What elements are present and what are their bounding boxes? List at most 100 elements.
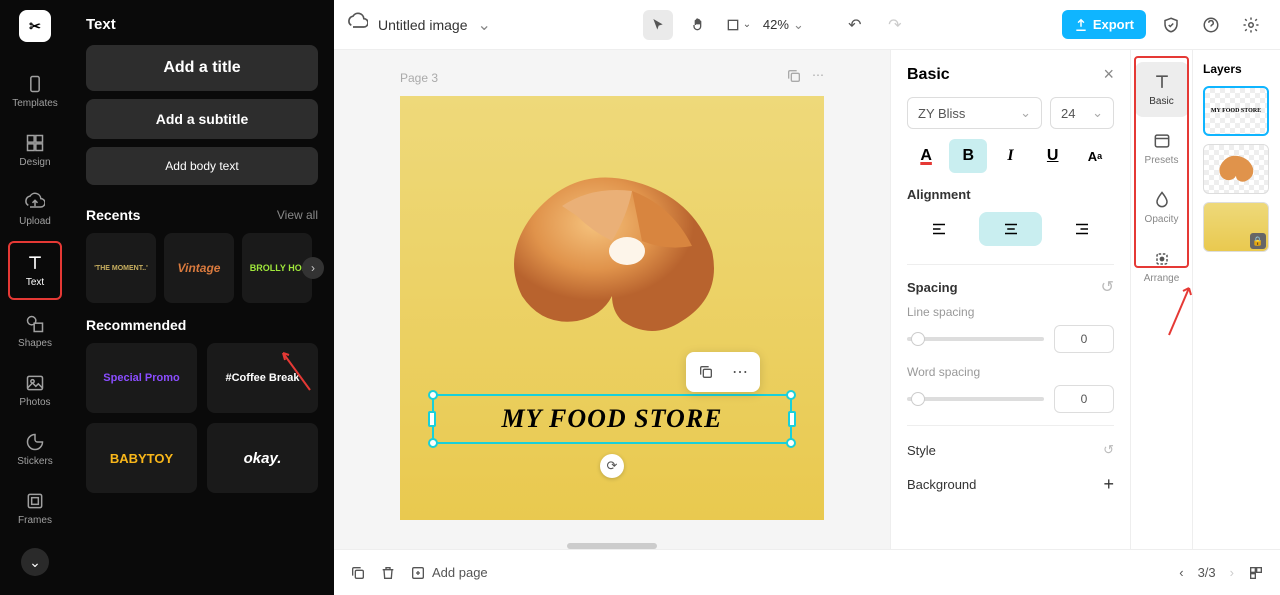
pointer-tool[interactable] xyxy=(643,10,673,40)
title-dropdown[interactable]: ⌄ xyxy=(478,15,491,35)
align-center-button[interactable] xyxy=(979,212,1043,246)
page-grid-button[interactable] xyxy=(1248,565,1264,581)
text-content[interactable]: MY FOOD STORE xyxy=(501,404,722,434)
close-panel-icon[interactable]: × xyxy=(1103,64,1114,85)
rotate-handle[interactable]: ⟳ xyxy=(600,454,624,478)
tab-opacity[interactable]: Opacity xyxy=(1135,180,1189,235)
resize-handle[interactable] xyxy=(786,438,796,448)
text-icon xyxy=(1152,72,1172,92)
undo-button[interactable]: ↶ xyxy=(840,10,870,40)
canvas-page[interactable]: ⋯ MY FOOD STORE ⟳ xyxy=(400,96,824,520)
line-spacing-value[interactable]: 0 xyxy=(1054,325,1114,353)
delete-page-button[interactable] xyxy=(380,565,396,581)
page-more-icon[interactable]: ⋯ xyxy=(812,68,824,87)
font-color-button[interactable]: A xyxy=(907,139,945,173)
sidebar-item-stickers[interactable]: Stickers xyxy=(8,422,62,477)
selected-text-element[interactable]: ⋯ MY FOOD STORE ⟳ xyxy=(432,394,792,444)
layers-heading: Layers xyxy=(1203,62,1270,76)
settings-icon[interactable] xyxy=(1236,10,1266,40)
tab-presets[interactable]: Presets xyxy=(1135,121,1189,176)
resize-handle[interactable] xyxy=(786,390,796,400)
arrange-icon xyxy=(1152,249,1172,269)
more-icon[interactable]: ⋯ xyxy=(726,358,754,386)
recommended-preset[interactable]: okay. xyxy=(207,423,318,493)
layer-thumbnail-text[interactable]: MY FOOD STORE xyxy=(1203,86,1269,136)
align-left-button[interactable] xyxy=(907,212,971,246)
recent-preset[interactable]: 'THE MOMENT..' xyxy=(86,233,156,303)
reset-style-icon[interactable]: ↺ xyxy=(1103,442,1114,458)
layer-thumbnail-image[interactable] xyxy=(1203,144,1269,194)
export-button[interactable]: Export xyxy=(1062,10,1146,39)
recent-preset[interactable]: Vintage xyxy=(164,233,234,303)
reset-spacing-icon[interactable]: ↺ xyxy=(1101,277,1114,297)
panel-heading: Basic xyxy=(907,66,950,84)
sidebar-item-frames[interactable]: Frames xyxy=(8,481,62,536)
layer-thumbnail-background[interactable]: 🔒 xyxy=(1203,202,1269,252)
workspace: Untitled image ⌄ ⌄ 42% ⌄ ↶ ↷ Export Page… xyxy=(334,0,1280,595)
line-spacing-slider[interactable] xyxy=(907,337,1044,341)
layers-panel: Layers MY FOOD STORE 🔒 xyxy=(1192,50,1280,549)
horizontal-scrollbar[interactable] xyxy=(567,543,657,549)
next-page-button[interactable]: › xyxy=(1230,565,1234,580)
duplicate-page-icon[interactable] xyxy=(786,68,802,87)
duplicate-icon[interactable] xyxy=(692,358,720,386)
basic-properties-panel: Basic × ZY Bliss⌄ 24⌄ A B I U Aa Alignme… xyxy=(890,50,1130,549)
recommended-preset[interactable]: #Coffee Break xyxy=(207,343,318,413)
add-body-button[interactable]: Add body text xyxy=(86,147,318,185)
italic-button[interactable]: I xyxy=(991,139,1029,173)
duplicate-page-button[interactable] xyxy=(350,565,366,581)
underline-button[interactable]: U xyxy=(1034,139,1072,173)
font-select[interactable]: ZY Bliss⌄ xyxy=(907,97,1042,129)
sidebar-more[interactable]: ⌄ xyxy=(21,548,49,576)
cloud-icon[interactable] xyxy=(348,12,368,37)
text-case-button[interactable]: Aa xyxy=(1076,139,1114,173)
upload-icon xyxy=(25,192,45,212)
view-all-link[interactable]: View all xyxy=(277,208,318,222)
add-title-button[interactable]: Add a title xyxy=(86,45,318,91)
tab-basic[interactable]: Basic xyxy=(1135,62,1189,117)
resize-handle[interactable] xyxy=(428,390,438,400)
word-spacing-label: Word spacing xyxy=(907,365,1114,379)
resize-handle[interactable] xyxy=(428,438,438,448)
recommended-preset[interactable]: BABYTOY xyxy=(86,423,197,493)
top-bar: Untitled image ⌄ ⌄ 42% ⌄ ↶ ↷ Export xyxy=(334,0,1280,50)
presets-icon xyxy=(1152,131,1172,151)
prev-page-button[interactable]: ‹ xyxy=(1179,565,1183,580)
crop-tool[interactable]: ⌄ xyxy=(723,10,753,40)
align-right-button[interactable] xyxy=(1050,212,1114,246)
app-logo[interactable]: ✂ xyxy=(19,10,51,42)
background-label: Background xyxy=(907,477,976,492)
page-indicator: 3/3 xyxy=(1198,565,1216,580)
left-rail: ✂ Templates Design Upload Text Shapes Ph… xyxy=(0,0,70,595)
spacing-label: Spacing xyxy=(907,280,958,295)
canvas-area[interactable]: Page 3 ⋯ ⋯ xyxy=(334,50,890,549)
recommended-preset[interactable]: Special Promo xyxy=(86,343,197,413)
sidebar-item-photos[interactable]: Photos xyxy=(8,363,62,418)
font-size-select[interactable]: 24⌄ xyxy=(1050,97,1114,129)
resize-handle[interactable] xyxy=(428,411,436,427)
hand-tool[interactable] xyxy=(683,10,713,40)
redo-button[interactable]: ↷ xyxy=(880,10,910,40)
word-spacing-slider[interactable] xyxy=(907,397,1044,401)
sidebar-item-templates[interactable]: Templates xyxy=(8,64,62,119)
add-subtitle-button[interactable]: Add a subtitle xyxy=(86,99,318,139)
style-label: Style xyxy=(907,443,936,458)
sidebar-item-text[interactable]: Text xyxy=(8,241,62,300)
document-title[interactable]: Untitled image xyxy=(378,17,468,33)
help-icon[interactable] xyxy=(1196,10,1226,40)
zoom-display[interactable]: 42% ⌄ xyxy=(763,17,804,33)
add-page-button[interactable]: Add page xyxy=(410,565,488,581)
shield-icon[interactable] xyxy=(1156,10,1186,40)
opacity-icon xyxy=(1152,190,1172,210)
sidebar-item-upload[interactable]: Upload xyxy=(8,182,62,237)
sidebar-item-shapes[interactable]: Shapes xyxy=(8,304,62,359)
tab-arrange[interactable]: Arrange xyxy=(1135,239,1189,294)
bold-button[interactable]: B xyxy=(949,139,987,173)
stickers-icon xyxy=(25,432,45,452)
recents-next-button[interactable]: › xyxy=(302,257,324,279)
croissant-image[interactable] xyxy=(482,156,742,356)
resize-handle[interactable] xyxy=(788,411,796,427)
word-spacing-value[interactable]: 0 xyxy=(1054,385,1114,413)
add-background-icon[interactable]: + xyxy=(1103,474,1114,495)
sidebar-item-design[interactable]: Design xyxy=(8,123,62,178)
